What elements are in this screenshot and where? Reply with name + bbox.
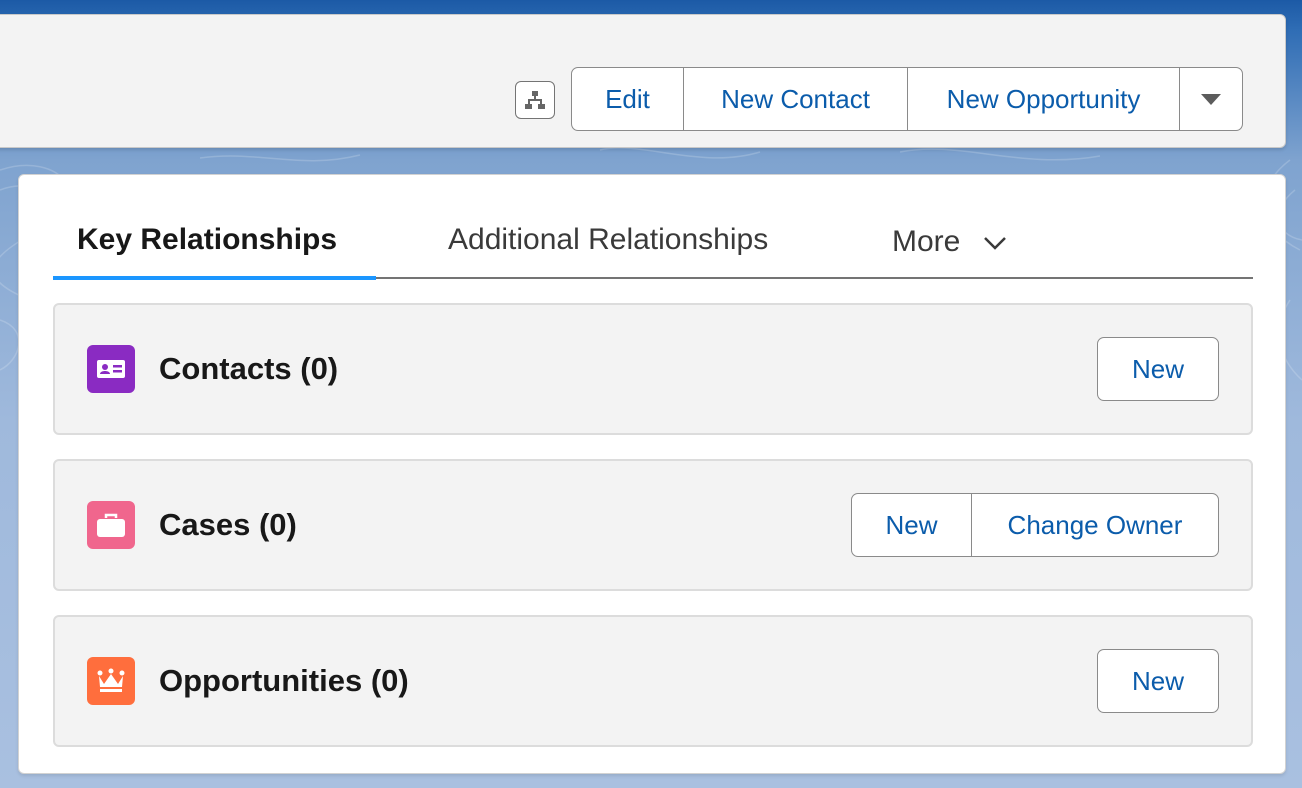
new-case-button[interactable]: New [852,494,972,556]
tab-bar: Key Relationships Additional Relationshi… [53,211,1253,280]
record-header: Edit New Contact New Opportunity [0,14,1286,148]
new-contact-related-button[interactable]: New [1098,338,1218,400]
active-tab-indicator [53,276,376,280]
edit-button[interactable]: Edit [572,68,684,130]
tab-additional-relationships[interactable]: Additional Relationships [448,223,768,257]
cases-title: Cases (0) [159,507,297,542]
caret-down-icon [1201,94,1221,105]
new-opportunity-related-button[interactable]: New [1098,650,1218,712]
cases-card: Cases (0) New Change Owner [53,459,1253,591]
cases-actions: New Change Owner [851,493,1219,557]
tab-more-label: More [892,225,961,258]
new-opportunity-button[interactable]: New Opportunity [908,68,1180,130]
briefcase-icon [87,501,135,549]
tab-more[interactable]: More [892,225,1007,259]
change-owner-button[interactable]: Change Owner [972,494,1218,556]
hierarchy-icon [525,91,545,109]
related-lists-panel: Key Relationships Additional Relationshi… [18,174,1286,774]
view-hierarchy-button[interactable] [515,81,555,119]
new-contact-button[interactable]: New Contact [684,68,908,130]
header-action-group: Edit New Contact New Opportunity [571,67,1243,131]
tab-key-relationships[interactable]: Key Relationships [77,223,337,257]
more-actions-button[interactable] [1180,68,1242,130]
contact-card-icon [87,345,135,393]
chevron-down-icon [983,237,1006,250]
contacts-title: Contacts (0) [159,351,339,386]
opportunities-card: Opportunities (0) New [53,615,1253,747]
crown-icon [87,657,135,705]
opportunities-title: Opportunities (0) [159,663,409,698]
contacts-actions: New [1097,337,1219,401]
contacts-card: Contacts (0) New [53,303,1253,435]
opportunities-actions: New [1097,649,1219,713]
